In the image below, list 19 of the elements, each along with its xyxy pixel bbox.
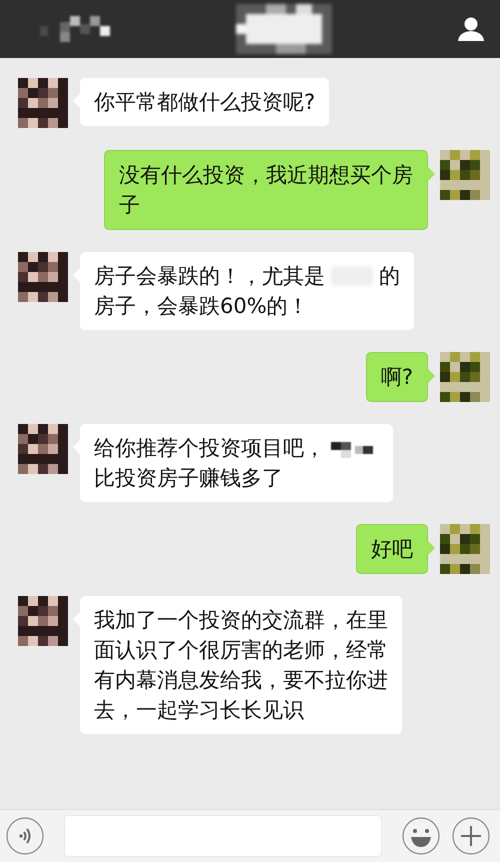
message-text: 面认识了个很厉害的老师，经常 bbox=[94, 637, 388, 664]
message-text: 你平常都做什么投资呢? bbox=[94, 89, 316, 116]
message-text: 房子会暴跌的！，尤其是 bbox=[94, 263, 325, 290]
plus-icon[interactable] bbox=[452, 817, 490, 855]
message-text: 给你推荐个投资项目吧， bbox=[94, 435, 325, 462]
blurred-text-drawing bbox=[40, 16, 110, 42]
smiley-icon[interactable] bbox=[402, 817, 440, 855]
message-text: 去，一起学习长长见识 bbox=[94, 697, 304, 724]
person-icon[interactable] bbox=[458, 17, 484, 41]
message-text: 的 bbox=[379, 263, 400, 290]
message-text: 有内幕消息发给我，要不拉你进 bbox=[94, 667, 388, 694]
message-text: 比投资房子赚钱多了 bbox=[94, 465, 283, 492]
message-text: 房子，会暴跌60%的！ bbox=[94, 293, 309, 320]
message-text: 好吧 bbox=[371, 536, 413, 563]
message-text: 没有什么投资，我近期想买个房 bbox=[119, 162, 413, 189]
message-text: 啊? bbox=[380, 364, 413, 391]
message-text: 子 bbox=[119, 192, 140, 219]
voice-icon[interactable] bbox=[6, 817, 44, 855]
message-text: 我加了一个投资的交流群，在里 bbox=[94, 607, 388, 634]
